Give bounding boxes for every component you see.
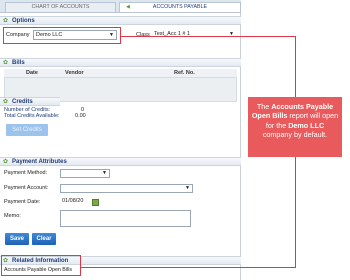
- chevron-down-icon: ▼: [185, 185, 190, 191]
- company-select[interactable]: Demo LLC ▼: [33, 30, 117, 40]
- memo-textarea[interactable]: [60, 210, 191, 227]
- payment-method-label: Payment Method:: [4, 170, 48, 176]
- payment-section-header: ✿ Payment Attributes: [0, 157, 241, 166]
- connector-line-upper: [295, 36, 296, 97]
- callout-tooltip: The Accounts Payable Open Bills report w…: [248, 97, 342, 157]
- payment-date-label: Payment Date:: [4, 199, 41, 205]
- total-credits-label: Total Credits Available:: [4, 113, 60, 119]
- column-header-vendor[interactable]: Vendor: [65, 69, 84, 77]
- tab-label: ACCOUNTS PAYABLE: [152, 4, 208, 10]
- tab-label: CHART OF ACCOUNTS: [31, 4, 90, 10]
- tab-indicator-icon: ◀: [126, 4, 130, 10]
- chevron-down-icon: ▼: [102, 170, 107, 176]
- bills-section-header: ✿ Bills: [0, 58, 241, 67]
- leaf-icon: ✿: [3, 159, 9, 165]
- leaf-icon: ✿: [3, 18, 9, 24]
- connector-line-bottom: [81, 267, 296, 268]
- callout-company-name: Demo LLC: [288, 120, 325, 130]
- accounts-payable-panel: CHART OF ACCOUNTS ◀ ACCOUNTS PAYABLE ✿ O…: [0, 0, 241, 280]
- class-label: Class: [136, 32, 150, 38]
- column-header-date[interactable]: Date: [26, 69, 38, 77]
- tab-bar: CHART OF ACCOUNTS ◀ ACCOUNTS PAYABLE: [0, 0, 241, 13]
- section-title: Credits: [12, 99, 33, 105]
- payment-date-input[interactable]: 01/08/20: [60, 198, 89, 207]
- payment-account-label: Payment Account:: [4, 185, 49, 191]
- section-title: Options: [12, 18, 35, 24]
- company-label: Company: [6, 32, 30, 38]
- save-button[interactable]: Save: [5, 233, 29, 245]
- chevron-down-icon: ▼: [109, 32, 114, 38]
- connector-line-lower: [295, 157, 296, 267]
- calendar-icon[interactable]: [92, 199, 99, 206]
- section-title: Bills: [12, 60, 25, 66]
- credits-section-header: ✿ Credits: [0, 97, 60, 106]
- column-header-ref-no[interactable]: Ref. No.: [174, 69, 195, 77]
- callout-text: company by default.: [262, 129, 328, 139]
- total-credits-value: 0.00: [75, 113, 86, 119]
- tab-accounts-payable[interactable]: ◀ ACCOUNTS PAYABLE: [119, 2, 241, 12]
- connector-line-top: [121, 36, 296, 37]
- leaf-icon: ✿: [3, 60, 9, 66]
- set-credits-button[interactable]: Set Credits: [6, 124, 48, 136]
- options-section-header: ✿ Options: [0, 16, 241, 25]
- accounts-payable-open-bills-link[interactable]: Accounts Payable Open Bills: [4, 267, 72, 273]
- memo-label: Memo:: [4, 213, 21, 219]
- leaf-icon: ✿: [3, 99, 9, 105]
- company-select-value: Demo LLC: [36, 32, 63, 38]
- clear-button[interactable]: Clear: [32, 233, 56, 245]
- callout-text: The: [256, 102, 272, 111]
- class-select[interactable]: Test_Acc 1 # 1 ▼: [152, 30, 236, 40]
- tab-chart-of-accounts[interactable]: CHART OF ACCOUNTS: [5, 2, 116, 12]
- payment-account-select[interactable]: ▼: [60, 184, 193, 193]
- payment-method-select[interactable]: ▼: [60, 169, 110, 178]
- section-title: Payment Attributes: [12, 159, 67, 165]
